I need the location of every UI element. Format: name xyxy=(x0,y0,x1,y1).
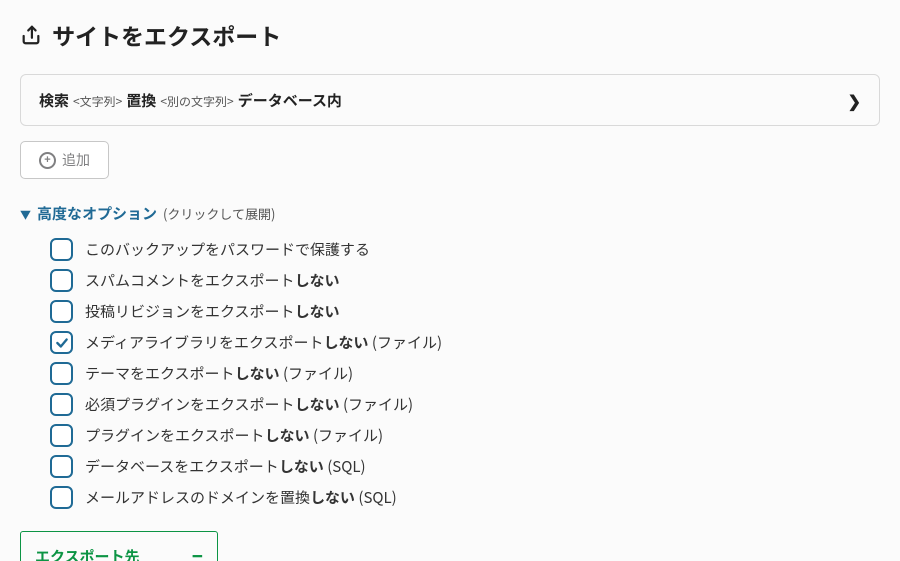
option-label-suffix: (ファイル) xyxy=(280,363,354,384)
option-db: データベースをエクスポートしない (SQL) xyxy=(50,455,880,478)
option-media: メディアライブラリをエクスポートしない (ファイル) xyxy=(50,331,880,354)
option-spam: スパムコメントをエクスポートしない xyxy=(50,269,880,292)
export-icon xyxy=(20,24,42,46)
option-label-strong: しない xyxy=(235,363,280,384)
options-list: このバックアップをパスワードで保護するスパムコメントをエクスポートしない投稿リビ… xyxy=(20,238,880,509)
option-db-checkbox[interactable] xyxy=(50,455,73,478)
option-label-pre: テーマをエクスポート xyxy=(85,363,235,384)
minus-icon: − xyxy=(192,543,203,561)
option-mail-label: メールアドレスのドメインを置換しない (SQL) xyxy=(85,487,397,508)
replace-placeholder: <別の文字列> xyxy=(160,93,233,110)
option-media-checkbox[interactable] xyxy=(50,331,73,354)
search-placeholder: <文字列> xyxy=(73,93,122,110)
search-replace-bar[interactable]: 検索 <文字列> 置換 <別の文字列> データベース内 ❯ xyxy=(20,74,880,126)
option-spam-checkbox[interactable] xyxy=(50,269,73,292)
option-mustplug: 必須プラグインをエクスポートしない (ファイル) xyxy=(50,393,880,416)
page-title: サイトをエクスポート xyxy=(52,18,281,52)
option-db-label: データベースをエクスポートしない (SQL) xyxy=(85,456,366,477)
advanced-options-label: 高度なオプション xyxy=(37,203,157,224)
option-label-strong: しない xyxy=(310,487,355,508)
option-mustplug-checkbox[interactable] xyxy=(50,393,73,416)
advanced-options-toggle[interactable]: ▼ 高度なオプション (クリックして展開) xyxy=(20,203,880,224)
option-label-strong: しない xyxy=(279,456,324,477)
option-label-pre: スパムコメントをエクスポート xyxy=(85,270,295,291)
option-label-strong: しない xyxy=(324,332,369,353)
option-label-suffix: (SQL) xyxy=(324,456,366,477)
export-destination-label: エクスポート先 xyxy=(35,546,140,561)
option-label-pre: プラグインをエクスポート xyxy=(85,425,265,446)
database-label: データベース内 xyxy=(238,90,342,111)
option-pw-label: このバックアップをパスワードで保護する xyxy=(85,239,370,260)
chevron-right-icon: ❯ xyxy=(848,88,861,112)
option-label-pre: メールアドレスのドメインを置換 xyxy=(85,487,310,508)
option-label-strong: しない xyxy=(295,270,340,291)
search-replace-text: 検索 <文字列> 置換 <別の文字列> データベース内 xyxy=(39,90,342,111)
search-label: 検索 xyxy=(39,90,69,111)
option-mail-checkbox[interactable] xyxy=(50,486,73,509)
option-label-strong: しない xyxy=(265,425,310,446)
page-header: サイトをエクスポート xyxy=(20,18,880,52)
option-media-label: メディアライブラリをエクスポートしない (ファイル) xyxy=(85,332,442,353)
add-button[interactable]: + 追加 xyxy=(20,141,109,179)
option-label-pre: このバックアップをパスワードで保護する xyxy=(85,239,370,260)
option-label-suffix: (ファイル) xyxy=(369,332,443,353)
option-theme-checkbox[interactable] xyxy=(50,362,73,385)
option-label-suffix: (ファイル) xyxy=(310,425,384,446)
advanced-options-hint: (クリックして展開) xyxy=(163,204,275,223)
triangle-down-icon: ▼ xyxy=(20,207,31,223)
option-rev: 投稿リビジョンをエクスポートしない xyxy=(50,300,880,323)
option-theme-label: テーマをエクスポートしない (ファイル) xyxy=(85,363,353,384)
option-mail: メールアドレスのドメインを置換しない (SQL) xyxy=(50,486,880,509)
option-pw: このバックアップをパスワードで保護する xyxy=(50,238,880,261)
option-label-suffix: (SQL) xyxy=(355,487,397,508)
option-label-pre: 投稿リビジョンをエクスポート xyxy=(85,301,295,322)
option-label-pre: 必須プラグインをエクスポート xyxy=(85,394,295,415)
option-plugins-checkbox[interactable] xyxy=(50,424,73,447)
export-destination-header[interactable]: エクスポート先 − xyxy=(21,532,217,561)
option-label-strong: しない xyxy=(295,394,340,415)
export-destination-box: エクスポート先 − ファイル xyxy=(20,531,218,561)
option-mustplug-label: 必須プラグインをエクスポートしない (ファイル) xyxy=(85,394,413,415)
option-label-strong: しない xyxy=(295,301,340,322)
option-rev-checkbox[interactable] xyxy=(50,300,73,323)
replace-label: 置換 xyxy=(126,90,156,111)
option-plugins-label: プラグインをエクスポートしない (ファイル) xyxy=(85,425,383,446)
option-spam-label: スパムコメントをエクスポートしない xyxy=(85,270,340,291)
option-label-pre: データベースをエクスポート xyxy=(85,456,279,477)
option-rev-label: 投稿リビジョンをエクスポートしない xyxy=(85,301,340,322)
option-plugins: プラグインをエクスポートしない (ファイル) xyxy=(50,424,880,447)
option-label-pre: メディアライブラリをエクスポート xyxy=(85,332,324,353)
option-pw-checkbox[interactable] xyxy=(50,238,73,261)
option-theme: テーマをエクスポートしない (ファイル) xyxy=(50,362,880,385)
add-button-label: 追加 xyxy=(62,150,90,170)
plus-circle-icon: + xyxy=(39,152,56,169)
option-label-suffix: (ファイル) xyxy=(340,394,414,415)
